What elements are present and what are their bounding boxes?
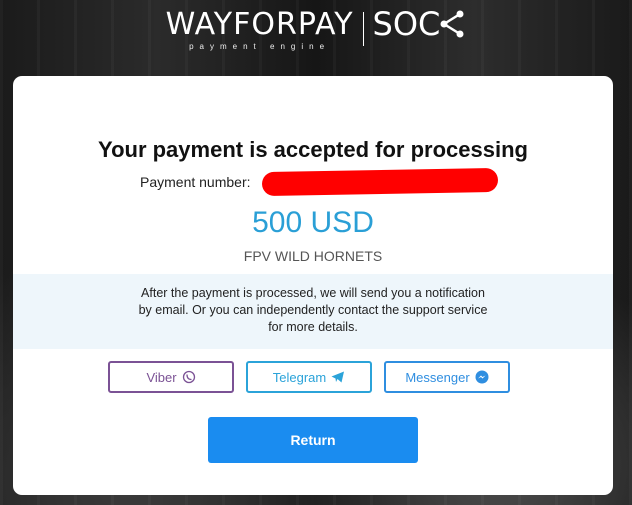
messenger-button-label: Messenger xyxy=(405,369,470,385)
logo-main-text: WAYFORPAY xyxy=(165,7,354,42)
payment-card: Your payment is accepted for processing … xyxy=(13,76,613,495)
messenger-button[interactable]: Messenger xyxy=(384,361,510,393)
wayforpay-logo: WAYFORPAY payment engine xyxy=(165,7,354,52)
return-button[interactable]: Return xyxy=(208,417,418,463)
header: WAYFORPAY payment engine SOC xyxy=(0,0,632,76)
telegram-button-label: Telegram xyxy=(272,369,327,385)
payment-amount: 500 USD xyxy=(252,206,374,239)
logo-sub-text: payment engine xyxy=(189,42,331,51)
redacted-payment-number xyxy=(261,167,499,197)
telegram-button[interactable]: Telegram xyxy=(246,361,372,393)
viber-button[interactable]: Viber xyxy=(108,361,234,393)
partner-logo: SOC xyxy=(373,8,467,40)
logo-divider xyxy=(362,12,364,46)
info-text: After the payment is processed, we will … xyxy=(138,286,488,334)
viber-button-label: Viber xyxy=(146,369,177,385)
share-icon xyxy=(440,10,464,38)
info-box: After the payment is processed, we will … xyxy=(13,274,613,349)
viber-icon xyxy=(182,370,195,384)
partner-logo-text: SOC xyxy=(372,5,441,43)
telegram-icon xyxy=(331,371,345,383)
page-title: Your payment is accepted for processing xyxy=(98,137,528,162)
payment-number-label: Payment number: xyxy=(140,174,251,190)
messenger-icon xyxy=(475,370,489,384)
merchant-name: FPV WILD HORNETS xyxy=(243,248,383,264)
